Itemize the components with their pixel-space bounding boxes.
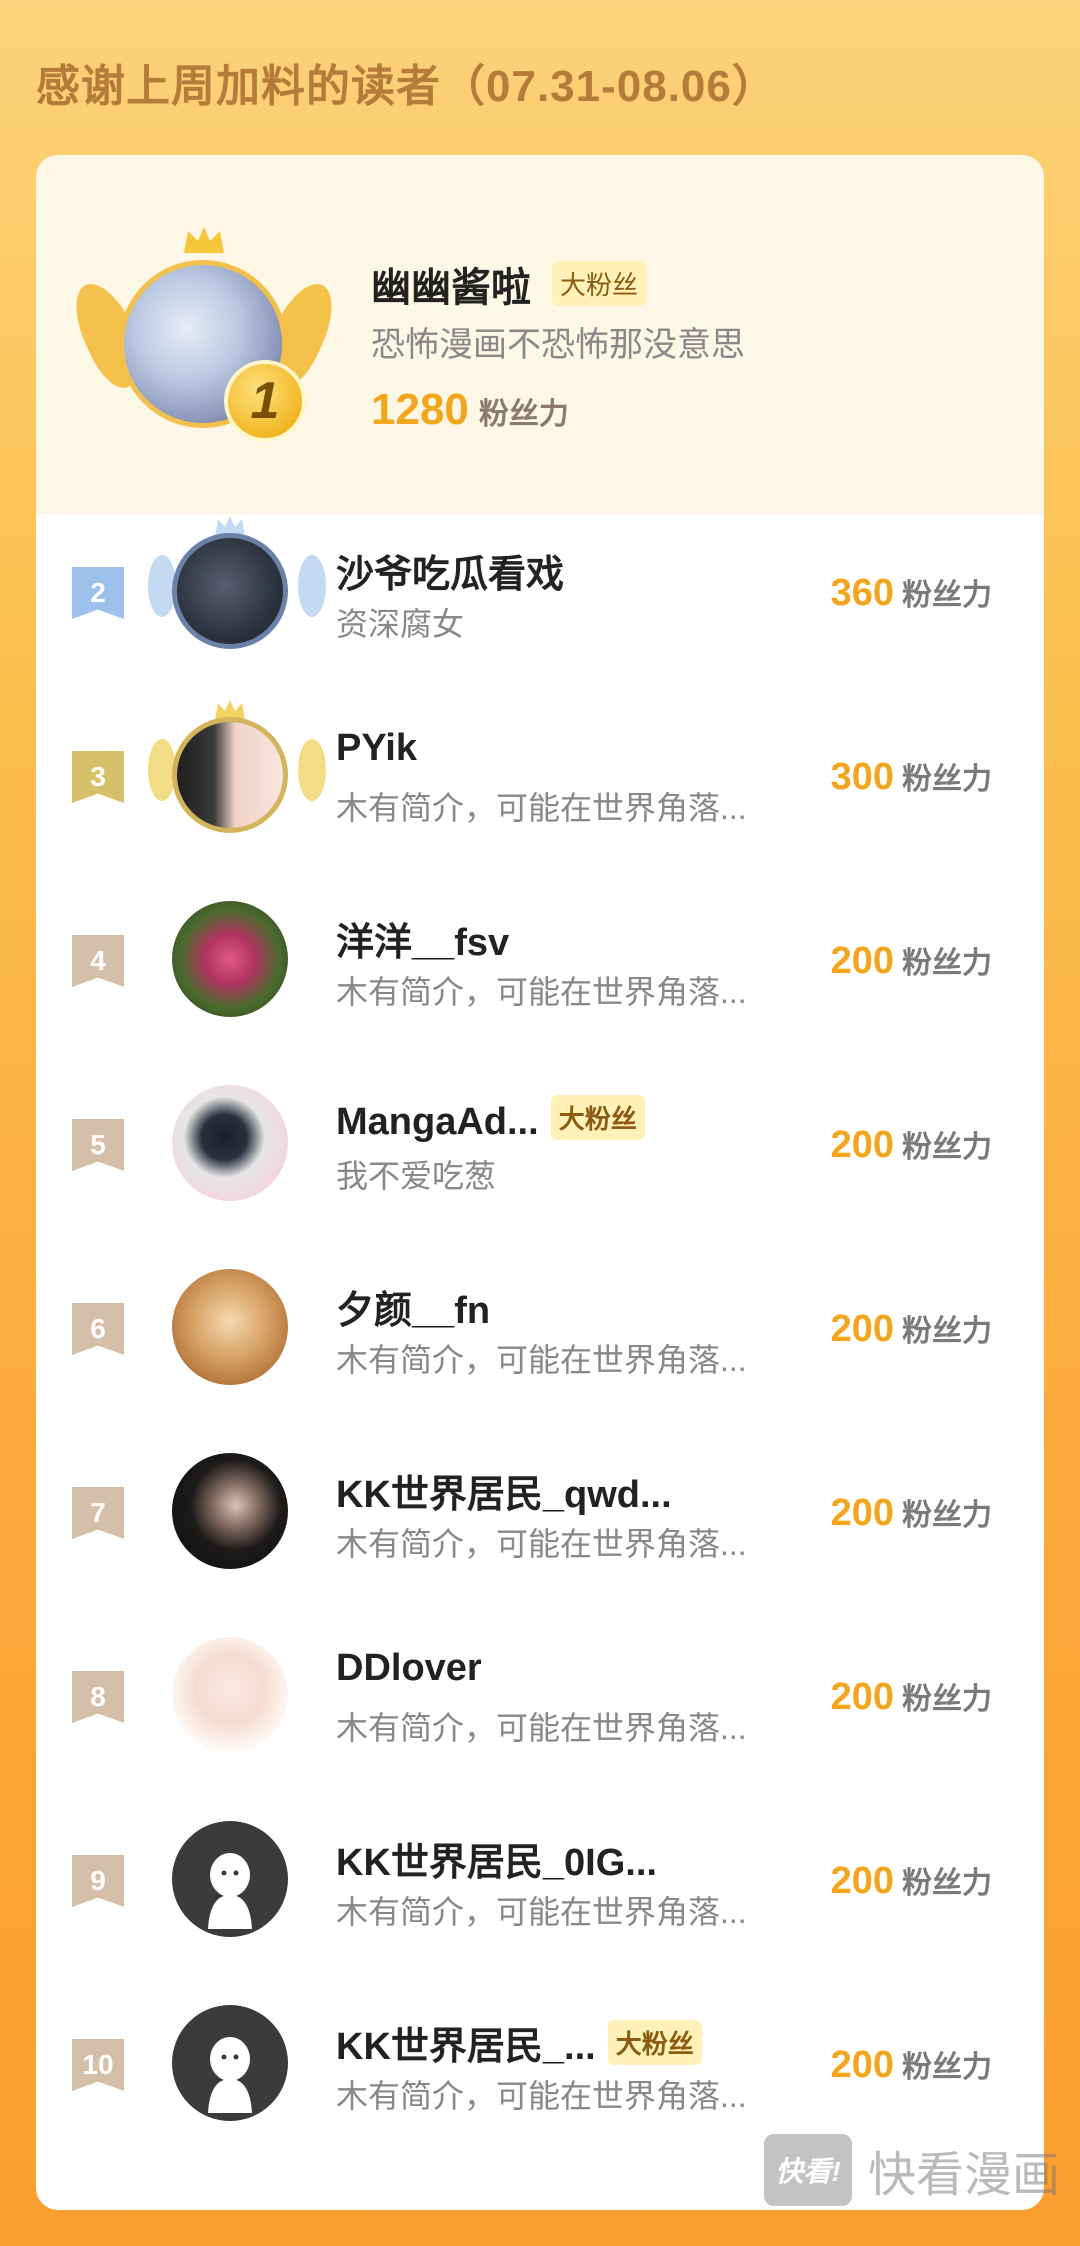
list-item[interactable]: 4 洋洋__fsv 木有简介，可能在世界角落... 200 粉丝力: [36, 883, 1044, 1067]
fan-badge: 大粉丝: [552, 261, 647, 306]
rank-badge: 6: [72, 1303, 124, 1355]
list-item[interactable]: 2 沙爷吃瓜看戏 资深腐女 360 粉丝力: [36, 515, 1044, 699]
fan-power-unit: 粉丝力: [902, 1315, 992, 1348]
rank-badge: 5: [72, 1119, 124, 1171]
user-name[interactable]: 夕颜__fn: [336, 1279, 490, 1334]
list-item[interactable]: 3 PYik 木有简介，可能在世界角落... 300 粉丝力: [36, 699, 1044, 883]
avatar[interactable]: [172, 901, 288, 1017]
avatar[interactable]: [172, 1637, 288, 1753]
right-wing-icon: [298, 555, 326, 617]
fan-power-unit: 粉丝力: [902, 763, 992, 796]
user-name[interactable]: 沙爷吃瓜看戏: [336, 543, 564, 598]
user-name[interactable]: 幽幽酱啦: [371, 255, 531, 313]
avatar[interactable]: [172, 1085, 288, 1201]
fan-power-value: 200: [830, 1676, 894, 1718]
avatar[interactable]: [172, 1453, 288, 1569]
fan-power-unit: 粉丝力: [902, 1131, 992, 1164]
user-bio: 木有简介，可能在世界角落...: [336, 2078, 747, 2114]
first-place-section[interactable]: 1 幽幽酱啦 大粉丝 恐怖漫画不恐怖那没意思 1280 粉丝力: [36, 155, 1044, 515]
fan-power: 200 粉丝力: [831, 2042, 992, 2087]
fan-power-unit: 粉丝力: [902, 1683, 992, 1716]
crown-icon: [184, 227, 224, 253]
first-place-avatar-frame: 1: [63, 225, 345, 465]
default-avatar-icon: [208, 2037, 252, 2113]
user-bio: 恐怖漫画不恐怖那没意思: [371, 326, 745, 364]
user-name[interactable]: KK世界居民_qwd...: [336, 1463, 672, 1518]
fan-power-unit: 粉丝力: [902, 579, 992, 612]
fan-power: 200 粉丝力: [831, 1490, 992, 1535]
user-bio: 木有简介，可能在世界角落...: [336, 1894, 747, 1930]
rank-badge: 9: [72, 1855, 124, 1907]
fan-power-value: 200: [830, 1492, 894, 1534]
user-name[interactable]: KK世界居民_... 大粉丝: [336, 2015, 702, 2070]
list-item[interactable]: 5 MangaAd... 大粉丝 我不爱吃葱 200 粉丝力: [36, 1067, 1044, 1251]
fan-power-unit: 粉丝力: [902, 947, 992, 980]
avatar[interactable]: [172, 2005, 288, 2121]
fan-power-value: 200: [830, 1124, 894, 1166]
rank-badge: 10: [72, 2039, 124, 2091]
fan-power-unit: 粉丝力: [478, 398, 569, 431]
avatar[interactable]: [172, 1821, 288, 1937]
user-name[interactable]: DDlover: [336, 1647, 482, 1690]
list-item[interactable]: 8 DDlover 木有简介，可能在世界角落... 200 粉丝力: [36, 1619, 1044, 1803]
fan-power: 300 粉丝力: [831, 754, 992, 799]
user-bio: 木有简介，可能在世界角落...: [336, 1710, 747, 1746]
user-bio: 木有简介，可能在世界角落...: [336, 1342, 747, 1378]
user-bio: 资深腐女: [336, 606, 465, 642]
user-name-text: MangaAd...: [336, 1101, 539, 1143]
user-bio: 我不爱吃葱: [336, 1158, 497, 1194]
fan-power-value: 200: [830, 940, 894, 982]
fan-power-unit: 粉丝力: [902, 1499, 992, 1532]
user-bio: 木有简介，可能在世界角落...: [336, 1526, 747, 1562]
user-name[interactable]: 洋洋__fsv: [336, 911, 509, 966]
page-title: 感谢上周加料的读者（07.31-08.06）: [36, 62, 777, 111]
fan-power-value: 200: [830, 1308, 894, 1350]
user-name[interactable]: MangaAd... 大粉丝: [336, 1095, 645, 1144]
fan-power: 1280 粉丝力: [371, 385, 569, 435]
list-item[interactable]: 9 KK世界居民_0IG... 木有简介，可能在世界角落... 200 粉丝力: [36, 1803, 1044, 1987]
fan-power-unit: 粉丝力: [902, 2051, 992, 2084]
avatar[interactable]: [172, 533, 288, 649]
app-watermark: 快看! 快看漫画: [763, 2134, 1060, 2206]
fan-power-unit: 粉丝力: [902, 1867, 992, 1900]
list-item[interactable]: 6 夕颜__fn 木有简介，可能在世界角落... 200 粉丝力: [36, 1251, 1044, 1435]
user-bio: 木有简介，可能在世界角落...: [336, 790, 747, 826]
fan-power: 200 粉丝力: [831, 1858, 992, 1903]
rank-badge: 8: [72, 1671, 124, 1723]
fan-power-value: 360: [830, 572, 894, 614]
fan-power-value: 300: [830, 756, 894, 798]
rank-badge: 4: [72, 935, 124, 987]
fan-power-value: 200: [830, 2044, 894, 2086]
rank-badge: 2: [72, 567, 124, 619]
rank-badge: 3: [72, 751, 124, 803]
fan-power: 360 粉丝力: [831, 570, 992, 615]
user-bio: 木有简介，可能在世界角落...: [336, 974, 747, 1010]
avatar[interactable]: [172, 1269, 288, 1385]
avatar[interactable]: [172, 717, 288, 833]
fan-badge: 大粉丝: [550, 1095, 645, 1140]
ranking-card: 1 幽幽酱啦 大粉丝 恐怖漫画不恐怖那没意思 1280 粉丝力 2 沙爷吃瓜看戏 …: [36, 155, 1044, 2210]
app-name: 快看漫画: [867, 2149, 1060, 2202]
rank-badge: 7: [72, 1487, 124, 1539]
fan-power-value: 1280: [371, 385, 469, 434]
list-item[interactable]: 7 KK世界居民_qwd... 木有简介，可能在世界角落... 200 粉丝力: [36, 1435, 1044, 1619]
fan-badge: 大粉丝: [607, 2020, 702, 2065]
user-name-text: KK世界居民_...: [336, 2026, 596, 2068]
default-avatar-icon: [208, 1853, 252, 1929]
fan-power: 200 粉丝力: [831, 938, 992, 983]
fan-power: 200 粉丝力: [831, 1306, 992, 1351]
user-name[interactable]: KK世界居民_0IG...: [336, 1831, 657, 1886]
user-name[interactable]: PYik: [336, 727, 417, 770]
app-logo: 快看!: [763, 2134, 852, 2206]
fan-power: 200 粉丝力: [831, 1674, 992, 1719]
right-wing-icon: [298, 739, 326, 801]
rank-1-medal: 1: [224, 360, 306, 442]
fan-power: 200 粉丝力: [831, 1122, 992, 1167]
fan-power-value: 200: [830, 1860, 894, 1902]
